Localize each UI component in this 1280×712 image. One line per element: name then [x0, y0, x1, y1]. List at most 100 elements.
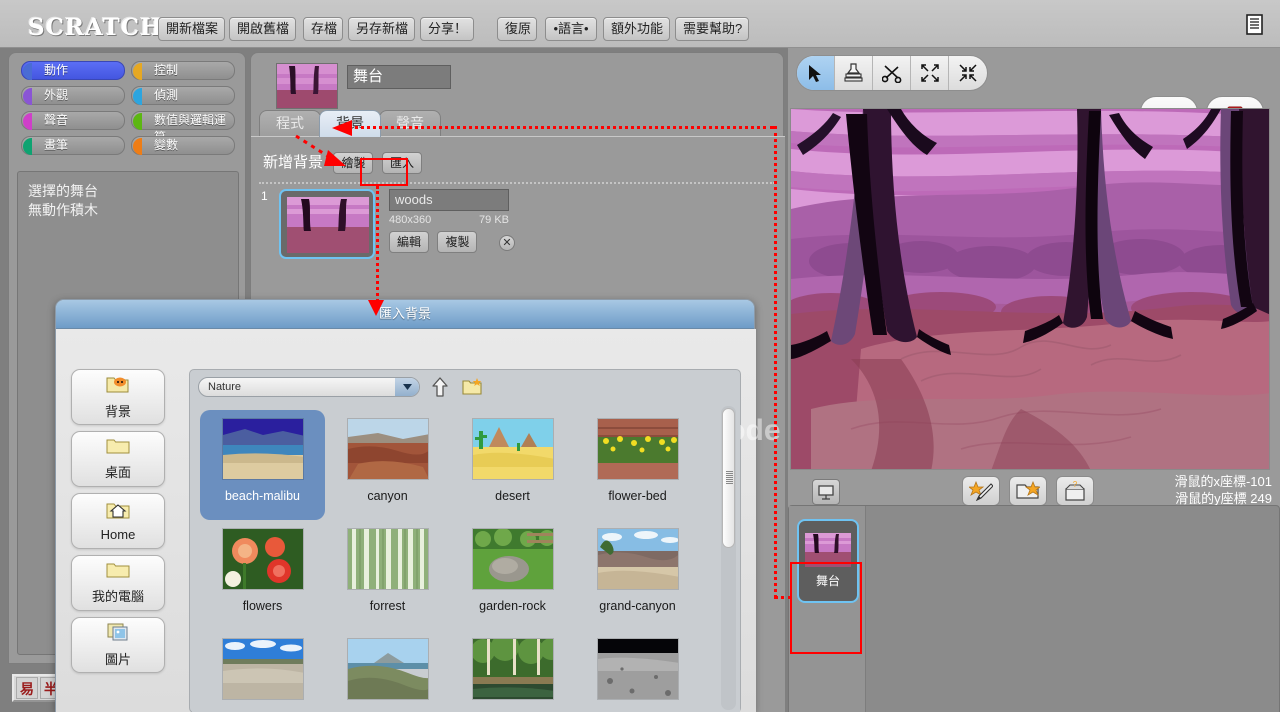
paint-new-sprite-button[interactable] [962, 476, 1000, 506]
category-color-swatch [133, 113, 142, 130]
tab-2[interactable]: 聲音 [379, 110, 441, 137]
backdrop-thumbnail [222, 638, 304, 700]
category-color-swatch [133, 138, 142, 155]
menu-item-3[interactable]: 另存新檔 [348, 17, 415, 41]
backdrop-grid-item[interactable]: desert [450, 410, 575, 520]
backdrop-grid-item[interactable] [200, 630, 325, 712]
backdrop-grid-item[interactable] [450, 630, 575, 712]
mouse-y-label: 滑鼠的y座標 [1175, 491, 1247, 506]
pictures-folder-icon [106, 622, 130, 647]
stamp-icon[interactable] [835, 56, 873, 90]
backdrop-thumbnail [597, 528, 679, 590]
shrink-icon[interactable] [949, 56, 987, 90]
category-color-swatch [23, 88, 32, 105]
backdrop-grid-item[interactable]: garden-rock [450, 520, 575, 630]
dialog-sidebar-item-3[interactable]: 我的電腦 [71, 555, 165, 611]
backdrop-label: garden-rock [479, 599, 546, 613]
dialog-sidebar-item-1[interactable]: 桌面 [71, 431, 165, 487]
backdrop-thumbnail [347, 528, 429, 590]
palette-category-6[interactable]: 畫筆 [21, 136, 125, 155]
menu-item-1[interactable]: 開啟舊檔 [229, 17, 296, 41]
menu-item-4[interactable]: 分享！ [420, 17, 474, 41]
mouse-x-readout: 滑鼠的x座標-101 [1174, 473, 1272, 490]
palette-category-1[interactable]: 控制 [131, 61, 235, 80]
backdrop-grid-item[interactable]: grand-canyon [575, 520, 700, 630]
chevron-down-icon[interactable] [395, 378, 419, 396]
close-icon[interactable]: ✕ [499, 235, 515, 251]
menu-item-7[interactable]: 額外功能 [603, 17, 670, 41]
dialog-sidebar-item-0[interactable]: 背景 [71, 369, 165, 425]
backdrop-grid-item[interactable]: beach-malibu [200, 410, 325, 520]
category-label: 聲音 [44, 113, 68, 127]
background-thumbnail[interactable] [279, 189, 375, 259]
add-background-row: 新增背景 繪製 匯入 [263, 151, 422, 174]
backdrop-grid-item[interactable] [575, 630, 700, 712]
dialog-sidebar-item-4[interactable]: 圖片 [71, 617, 165, 673]
ime-mode-char[interactable]: 易 [16, 677, 38, 699]
backdrop-thumbnail [222, 418, 304, 480]
paint-background-button[interactable]: 繪製 [333, 152, 373, 174]
menu-item-0[interactable]: 開新檔案 [158, 17, 225, 41]
pointer-icon[interactable] [797, 56, 835, 90]
mouse-coordinates: 滑鼠的x座標-101 滑鼠的y座標 249 [1174, 473, 1272, 507]
background-name-field[interactable]: woods [389, 189, 509, 211]
background-index: 1 [261, 189, 268, 203]
scissors-icon[interactable] [873, 56, 911, 90]
category-label: 變數 [154, 138, 178, 152]
palette-category-5[interactable]: 數值與邏輯運算 [131, 111, 235, 130]
palette-category-7[interactable]: 變數 [131, 136, 235, 155]
new-folder-icon[interactable] [460, 375, 484, 399]
mouse-y-value: 249 [1250, 491, 1272, 506]
dialog-sidebar-label: Home [101, 527, 136, 542]
category-label: 偵測 [154, 88, 178, 102]
category-select[interactable]: Nature [198, 377, 420, 397]
page-notes-icon[interactable] [1241, 10, 1267, 38]
backdrop-thumbnail [347, 418, 429, 480]
menu-item-5[interactable]: 復原 [497, 17, 537, 41]
svg-text:?: ? [1073, 481, 1078, 489]
dialog-title: 匯入背景 [56, 300, 754, 329]
mouse-x-value: -101 [1246, 474, 1272, 489]
backdrop-grid-item[interactable]: canyon [325, 410, 450, 520]
dialog-sidebar-label: 桌面 [105, 462, 131, 481]
sprite-header: 舞台 [251, 53, 785, 115]
menu-item-6[interactable]: •語言• [545, 17, 597, 41]
palette-category-2[interactable]: 外觀 [21, 86, 125, 105]
dialog-sidebar-label: 我的電腦 [92, 586, 144, 605]
dialog-sidebar-label: 背景 [105, 401, 131, 420]
backdrop-thumbnail [347, 638, 429, 700]
menu-item-8[interactable]: 需要幫助? [675, 17, 749, 41]
folder-up-icon[interactable] [428, 375, 452, 399]
tab-0[interactable]: 程式 [259, 110, 321, 137]
dialog-scrollbar-thumb[interactable] [722, 408, 735, 548]
palette-category-0[interactable]: 動作 [21, 61, 125, 80]
presentation-mode-icon[interactable] [812, 479, 840, 505]
edit-background-button[interactable]: 編輯 [389, 231, 429, 253]
category-label: 控制 [154, 63, 178, 77]
backdrop-grid-item[interactable]: flower-bed [575, 410, 700, 520]
stage-card[interactable]: 舞台 [797, 519, 859, 603]
backdrop-grid-item[interactable]: forrest [325, 520, 450, 630]
menu-item-2[interactable]: 存檔 [303, 17, 343, 41]
backdrop-label: grand-canyon [599, 599, 675, 613]
category-color-swatch [23, 63, 32, 80]
stage-canvas[interactable] [790, 108, 1270, 470]
background-list-item[interactable]: 1 woods 480x360 79 KB [255, 189, 775, 259]
backdrop-grid-item[interactable]: flowers [200, 520, 325, 630]
palette-category-3[interactable]: 偵測 [131, 86, 235, 105]
open-sprite-file-button[interactable] [1009, 476, 1047, 506]
sprite-name-field[interactable]: 舞台 [347, 65, 451, 89]
dialog-sidebar-item-2[interactable]: Home [71, 493, 165, 549]
palette-empty-line1: 選擇的舞台 [28, 182, 228, 201]
copy-background-button[interactable]: 複製 [437, 231, 477, 253]
backdrop-grid-item[interactable] [325, 630, 450, 712]
app-logo: SCRATCH [28, 14, 163, 41]
tab-1[interactable]: 背景 [319, 110, 381, 137]
palette-category-4[interactable]: 聲音 [21, 111, 125, 130]
backdrop-thumbnail [472, 528, 554, 590]
surprise-sprite-button[interactable]: ? [1056, 476, 1094, 506]
import-background-button[interactable]: 匯入 [382, 152, 422, 174]
dialog-scrollbar-track[interactable] [721, 406, 736, 710]
background-filesize: 79 KB [479, 214, 509, 226]
grow-icon[interactable] [911, 56, 949, 90]
